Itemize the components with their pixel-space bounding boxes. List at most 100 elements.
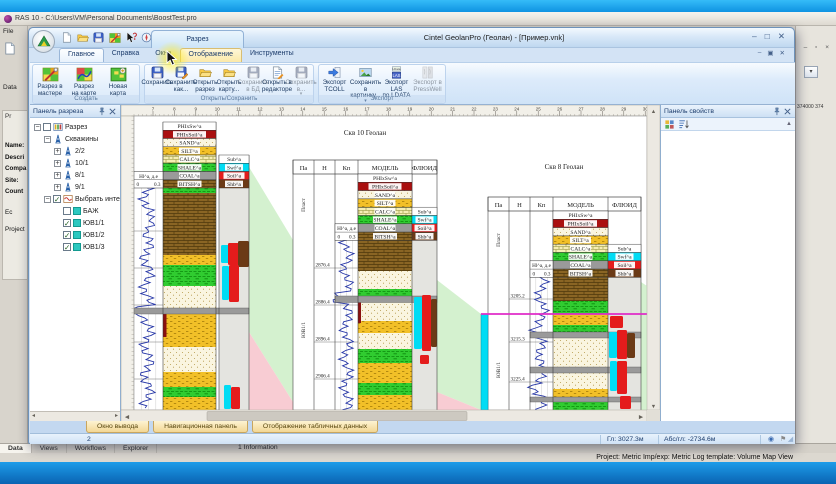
tree-checkbox[interactable] bbox=[63, 207, 71, 215]
tree-expander-icon[interactable]: − bbox=[34, 123, 41, 131]
pin-icon[interactable] bbox=[97, 107, 106, 116]
minimize-button[interactable]: – bbox=[752, 31, 757, 42]
ribbon-group-title: Создать bbox=[33, 95, 139, 103]
lithology-legend-label: SAND^a bbox=[375, 193, 396, 199]
tree-checkbox[interactable]: ✓ bbox=[53, 195, 61, 203]
dock-tab-отображение-табличных-данных[interactable]: Отображение табличных данных bbox=[251, 421, 379, 433]
close-button[interactable]: ✕ bbox=[778, 31, 785, 42]
tree-item-скважины[interactable]: − Скважины bbox=[32, 133, 120, 145]
section-view[interactable]: 7 8 9 10 11 12 13 14 15 16 17 18 19 20 21 22 23 24 25 26 27 2… bbox=[120, 104, 661, 423]
ribbon-button-открыть-разрез[interactable]: Открыть разрез bbox=[193, 66, 217, 96]
svg-text:22: 22 bbox=[471, 107, 477, 112]
ribbon-button-экспорт-tcoll[interactable]: Экспорт TCOLL bbox=[319, 66, 350, 96]
tree-item-10-1[interactable]: +10/1 bbox=[32, 157, 120, 169]
tree-item-выбрать-интервал-пл[interactable]: −✓ Выбрать интервал пл bbox=[32, 193, 120, 205]
lithology-legend-label: COAL^a bbox=[570, 263, 591, 269]
tab-отображение[interactable]: Отображение bbox=[179, 48, 243, 62]
svg-text:19: 19 bbox=[407, 107, 413, 112]
ribbon-button-сохранить-в-картинку[interactable]: Сохранить в картинку... ▾ bbox=[350, 66, 381, 103]
background-mdi-controls[interactable]: – ▫ × bbox=[804, 44, 832, 51]
mdi-minimize-button[interactable]: – bbox=[758, 49, 762, 57]
section-panel-scrollbar[interactable]: ◂ ▸ bbox=[30, 411, 120, 421]
background-tab-views[interactable]: Views bbox=[32, 444, 67, 453]
tree-item-юв1-1[interactable]: ✓ ЮВ1/1 bbox=[32, 217, 120, 229]
ribbon-group-title: Открыть/Сохранить bbox=[145, 95, 313, 103]
scrollbar-thumb[interactable] bbox=[206, 411, 468, 421]
ribbon-button-разрез-в-мастере[interactable]: Разрез в мастере bbox=[33, 66, 67, 96]
scroll-left-icon[interactable]: ◂ bbox=[32, 412, 35, 421]
qat-save-icon[interactable] bbox=[92, 31, 105, 44]
background-side-tab-data[interactable]: Data bbox=[3, 84, 17, 91]
tree-checkbox[interactable]: ✓ bbox=[63, 219, 71, 227]
background-edit-button[interactable]: Ec bbox=[5, 209, 27, 216]
tree-expander-icon[interactable]: + bbox=[54, 159, 61, 167]
tree-expander-icon[interactable]: + bbox=[54, 147, 61, 155]
mdi-close-button[interactable]: ✕ bbox=[780, 49, 785, 57]
svg-text:13: 13 bbox=[279, 107, 285, 112]
panel-close-icon[interactable] bbox=[783, 107, 792, 116]
fluid-legend-label: Swf^a bbox=[417, 217, 432, 224]
tree-item-9-1[interactable]: +9/1 bbox=[32, 181, 120, 193]
column-header: Па bbox=[300, 165, 308, 172]
properties-scroll-up-icon[interactable]: ▲ bbox=[786, 121, 792, 127]
tree-checkbox[interactable]: ✓ bbox=[63, 243, 71, 251]
dock-tab-навигационная-панель[interactable]: Навигационная панель bbox=[153, 421, 248, 433]
status-globe-icon[interactable]: ◉ bbox=[768, 434, 774, 445]
tab-окна[interactable]: Окна bbox=[147, 48, 179, 62]
resize-grip[interactable]: ◢ bbox=[788, 434, 793, 445]
tree-expander-icon[interactable]: + bbox=[54, 171, 61, 179]
tree-item-юв1-2[interactable]: ✓ ЮВ1/2 bbox=[32, 229, 120, 241]
ribbon-button-разрез-на-карте[interactable]: Разрез на карте bbox=[67, 66, 101, 96]
ribbon-tab-strip: Главное Справка Окна Отображение Инструменты bbox=[59, 48, 302, 62]
background-field-label: Site: bbox=[5, 176, 19, 184]
background-doc-icon[interactable] bbox=[3, 42, 16, 55]
background-tab-data[interactable]: Data bbox=[0, 444, 32, 453]
tree-item-8-1[interactable]: +8/1 bbox=[32, 169, 120, 181]
lithology-legend-label: SILT^a bbox=[181, 149, 198, 155]
scroll-down-icon[interactable]: ▼ bbox=[651, 404, 656, 410]
context-tab-razrez[interactable]: Разрез bbox=[151, 30, 244, 48]
sort-alphabetical-icon[interactable] bbox=[678, 119, 689, 130]
mdi-restore-button[interactable]: ▣ bbox=[767, 49, 773, 57]
tree-item-разрез[interactable]: − Разрез bbox=[32, 121, 120, 133]
titlebar[interactable]: ▾ Разрез Cintel GeolanPro (Геолан) - [Пр… bbox=[29, 28, 794, 53]
ribbon-button-экспорт-las-по-ldata[interactable]: Экспорт LAS по LDATA bbox=[381, 66, 412, 99]
qat-new-document-icon[interactable] bbox=[60, 31, 73, 44]
background-menu-file[interactable]: File bbox=[3, 28, 13, 35]
ribbon-group-title: Экспорт bbox=[319, 95, 445, 103]
ribbon-button-сохранить-как[interactable]: Сохранить как... bbox=[165, 66, 197, 96]
qat-help-cursor-icon[interactable] bbox=[124, 31, 137, 44]
properties-grid[interactable] bbox=[661, 131, 795, 411]
background-dropdown-button[interactable]: ▾ bbox=[804, 66, 818, 78]
qat-map-icon[interactable] bbox=[108, 31, 121, 44]
scroll-up-icon[interactable]: ▲ bbox=[651, 109, 656, 115]
pin-icon[interactable] bbox=[772, 107, 781, 116]
tab-главное[interactable]: Главное bbox=[59, 48, 104, 62]
scroll-right-icon[interactable]: ▸ bbox=[115, 412, 118, 421]
dock-tab-окно-вывода[interactable]: Окно вывода bbox=[86, 421, 150, 433]
qat-open-icon[interactable] bbox=[76, 31, 89, 44]
ribbon-button-новая-карта[interactable]: Новая карта bbox=[101, 66, 135, 96]
tree-expander-icon[interactable]: − bbox=[44, 195, 51, 203]
desktop-taskbar-area bbox=[0, 462, 836, 484]
maximize-button[interactable]: □ bbox=[765, 31, 770, 42]
vertical-ruler bbox=[120, 115, 135, 411]
tree-item-2-2[interactable]: +2/2 bbox=[32, 145, 120, 157]
status-flag-icon[interactable]: ⚑ bbox=[780, 434, 786, 445]
tab-инструменты[interactable]: Инструменты bbox=[242, 48, 302, 62]
tree-item-юв1-3[interactable]: ✓ ЮВ1/3 bbox=[32, 241, 120, 253]
background-tab-workflows[interactable]: Workflows bbox=[67, 444, 115, 453]
panel-close-icon[interactable] bbox=[108, 107, 117, 116]
tree-expander-icon[interactable]: − bbox=[44, 135, 51, 143]
tree-checkbox[interactable]: ✓ bbox=[63, 231, 71, 239]
app-logo-icon[interactable] bbox=[32, 30, 55, 53]
ribbon: Разрез в мастере Разрез на карте Новая кар… bbox=[30, 62, 795, 105]
background-tab-explorer[interactable]: Explorer bbox=[115, 444, 158, 453]
ribbon-button-label: Открыть разрез bbox=[192, 79, 218, 93]
tree-expander-icon[interactable]: + bbox=[54, 183, 61, 191]
vertical-scrollbar[interactable] bbox=[646, 104, 661, 411]
tree-item-баж[interactable]: БАЖ bbox=[32, 205, 120, 217]
tree-checkbox[interactable] bbox=[43, 123, 51, 131]
sort-categorized-icon[interactable] bbox=[664, 119, 675, 130]
tab-справка[interactable]: Справка bbox=[104, 48, 147, 62]
